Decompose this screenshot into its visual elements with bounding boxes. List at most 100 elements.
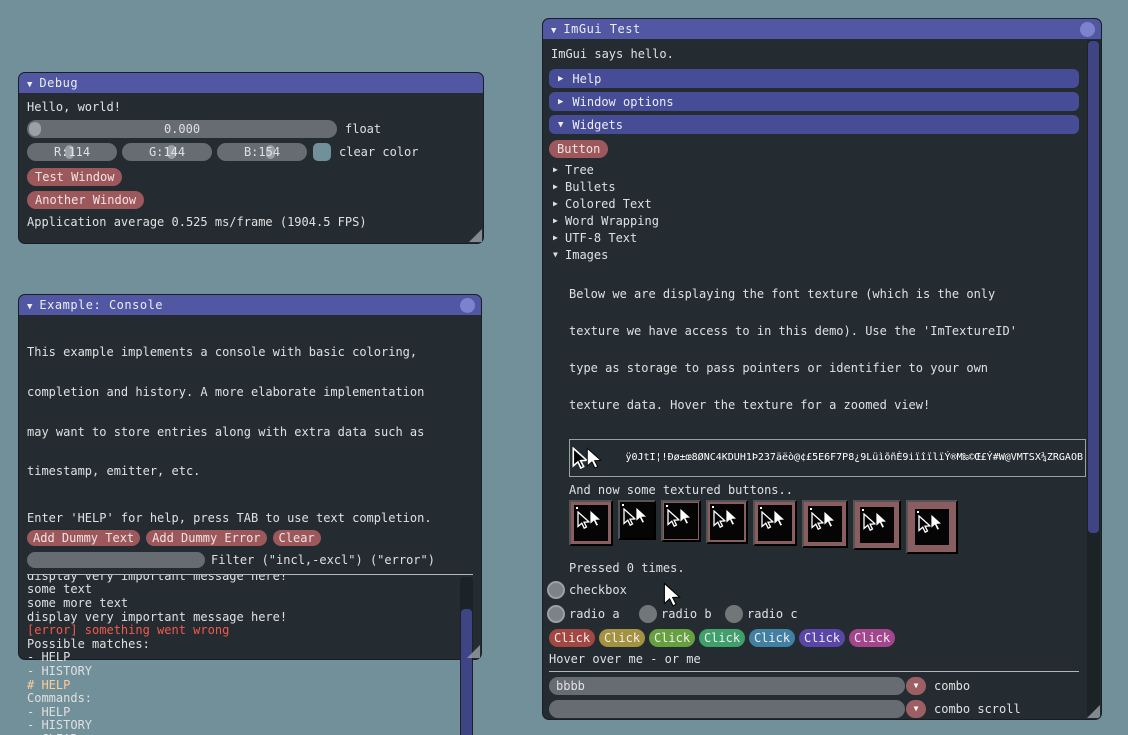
header-help[interactable]: Help [549,69,1079,88]
intro-line: completion and history. A more elaborate… [27,386,473,399]
cursor-arrow-icon [586,447,602,469]
log-line: - HISTORY [27,719,473,733]
collapse-arrow-icon[interactable] [27,298,32,312]
tree-node-bullets[interactable]: Bullets [549,178,1079,195]
close-icon[interactable] [460,298,475,313]
tree-node-utf8[interactable]: UTF-8 Text [549,229,1079,246]
tree-arrow-icon [549,216,565,225]
image-button[interactable] [661,500,701,542]
console-titlebar[interactable]: Example: Console [19,295,481,315]
resize-grip-icon[interactable] [1087,705,1100,718]
another-window-button[interactable]: Another Window [27,191,144,209]
widget-button[interactable]: Button [549,140,608,158]
header-widgets[interactable]: Widgets [549,115,1079,134]
console-intro-text: This example implements a console with b… [27,320,473,505]
combo-scroll-label: combo scroll [934,702,1021,716]
log-line: some text [27,583,473,597]
log-line: - HELP [27,651,473,665]
images-text-line: texture we have access to in this demo).… [569,325,1079,337]
image-button[interactable] [753,500,797,546]
font-texture-image[interactable]: ýÇf}{ÿj()[]‖¼ÝBÑòÙÖóÂÄÅÀô½¾ÙÚŽŠ8ÉÈ/å|ÈÞï… [569,439,1086,477]
combo-field[interactable]: bbbb [549,677,905,695]
debug-titlebar[interactable]: Debug [19,73,483,93]
test-titlebar[interactable]: ImGui Test [543,19,1101,39]
console-help-text: Enter 'HELP' for help, press TAB to use … [27,511,473,525]
greeting-text: ImGui says hello. [551,47,1079,61]
tree-label: Colored Text [565,197,652,211]
click-button-4[interactable]: Click [699,629,745,647]
image-button[interactable] [906,500,958,554]
slider-value: B:154 [217,145,307,159]
combo-dropdown-icon[interactable] [906,700,926,718]
console-window: Example: Console This example implements… [18,294,482,660]
images-text-line: texture data. Hover the texture for a zo… [569,399,1079,411]
click-button-7[interactable]: Click [849,629,895,647]
slider-g[interactable]: G:144 [122,143,212,161]
images-text-line: Below we are displaying the font texture… [569,288,1079,300]
window-scrollbar-grab[interactable] [1088,41,1099,533]
tree-node-tree[interactable]: Tree [549,161,1079,178]
tree-arrow-icon [549,165,565,174]
slider-b[interactable]: B:154 [217,143,307,161]
test-window-button[interactable]: Test Window [27,168,122,186]
log-line: [error] something went wrong [27,624,473,638]
resize-grip-icon[interactable] [469,229,482,242]
header-window-options[interactable]: Window options [549,92,1079,111]
log-line: # HELP [27,679,473,693]
tree-label: Word Wrapping [565,214,659,228]
tree-label: Tree [565,163,594,177]
slider-r[interactable]: R:114 [27,143,117,161]
add-dummy-text-button[interactable]: Add Dummy Text [27,530,140,546]
image-button[interactable] [569,500,613,546]
click-button-5[interactable]: Click [749,629,795,647]
resize-grip-icon[interactable] [467,645,480,658]
radio-label: radio a [569,607,635,621]
collapse-arrow-icon [558,97,563,107]
font-texture-glyphs: ýÇf}{ÿj()[]‖¼ÝBÑòÙÖóÂÄÅÀô½¾ÙÚŽŠ8ÉÈ/å|ÈÞï… [570,439,1085,477]
clear-color-label: clear color [339,145,418,159]
window-scrollbar[interactable] [1087,40,1100,717]
clear-color-swatch[interactable] [313,143,331,161]
log-scrollbar-grab[interactable] [461,609,472,735]
filter-label: Filter ("incl,-excl") ("error") [211,553,435,567]
debug-window: Debug Hello, world! 0.000 float R:114 G:… [18,72,484,244]
log-line: - HELP [27,706,473,720]
intro-line: This example implements a console with b… [27,346,473,359]
tree-node-colored-text[interactable]: Colored Text [549,195,1079,212]
textured-buttons-label: And now some textured buttons.. [569,483,1079,497]
float-slider[interactable]: 0.000 [27,120,337,138]
filter-input[interactable] [27,552,205,568]
tree-label: Bullets [565,180,616,194]
close-icon[interactable] [1080,22,1095,37]
collapse-arrow-icon[interactable] [27,76,32,90]
image-button[interactable] [853,500,901,550]
tree-arrow-icon [549,233,565,242]
checkbox[interactable] [547,581,565,599]
click-button-3[interactable]: Click [649,629,695,647]
image-button[interactable] [618,500,656,540]
combo-label: combo [934,679,970,693]
console-log-region[interactable]: display very important message here! som… [27,575,473,735]
pressed-count-text: Pressed 0 times. [569,561,1079,575]
radio-a[interactable] [547,605,565,623]
tree-arrow-icon [549,182,565,191]
tree-label: UTF-8 Text [565,231,637,245]
tree-node-images[interactable]: Images [549,246,1079,263]
images-description: Below we are displaying the font texture… [569,263,1079,437]
log-line: Possible matches: [27,638,473,652]
click-button-2[interactable]: Click [599,629,645,647]
collapse-arrow-icon[interactable] [551,22,556,36]
add-dummy-error-button[interactable]: Add Dummy Error [146,530,266,546]
slider-value: G:144 [122,145,212,159]
combo-scroll-field[interactable] [549,700,905,718]
hover-text[interactable]: Hover over me - or me [549,652,1079,666]
image-button[interactable] [706,500,748,544]
radio-c[interactable] [725,605,743,623]
click-button-6[interactable]: Click [799,629,845,647]
tree-node-word-wrapping[interactable]: Word Wrapping [549,212,1079,229]
image-button[interactable] [802,500,848,548]
radio-b[interactable] [639,605,657,623]
combo-dropdown-icon[interactable] [906,677,926,695]
clear-button[interactable]: Clear [273,530,321,546]
click-button-1[interactable]: Click [549,629,595,647]
